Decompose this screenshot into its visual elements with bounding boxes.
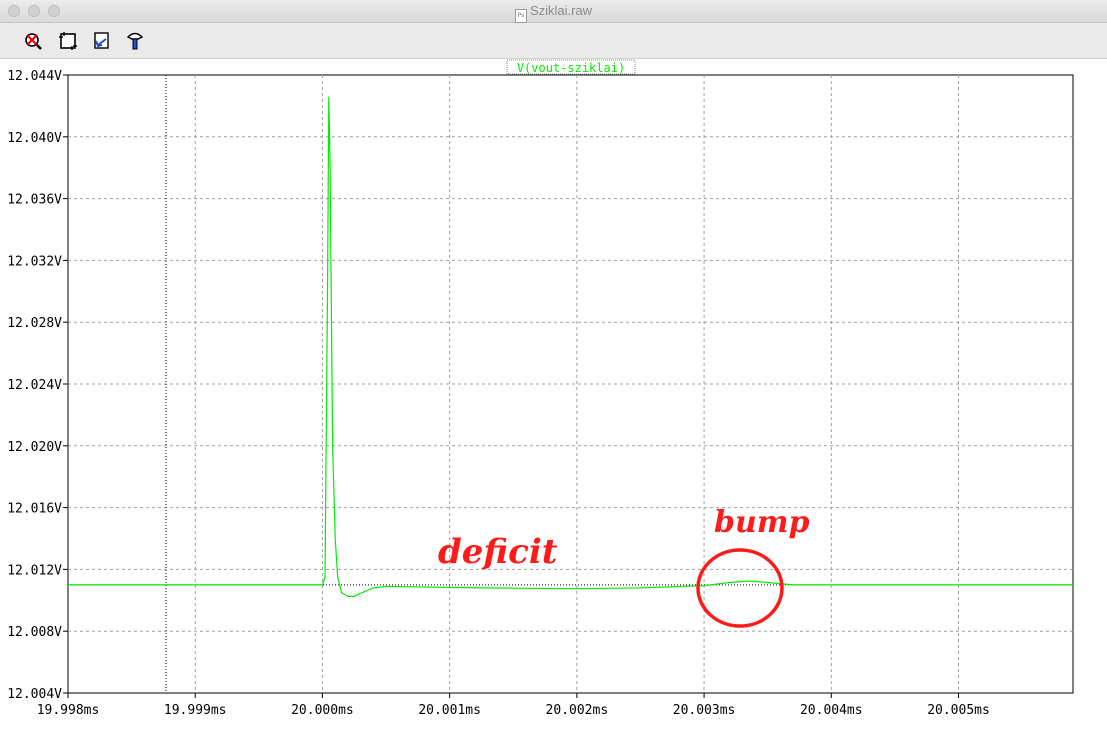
y-tick-label: 12.004V (7, 687, 62, 702)
trace-label[interactable]: V(vout-sziklai) (517, 61, 625, 75)
annotation-deficit: deficit (438, 532, 558, 572)
document-icon: Ps (514, 9, 527, 23)
x-tick-label: 20.001ms (418, 703, 481, 718)
x-tick-label: 20.000ms (291, 703, 354, 718)
y-tick-label: 12.016V (7, 502, 62, 517)
y-tick-label: 12.040V (7, 131, 62, 146)
y-tick-label: 12.008V (7, 625, 62, 640)
x-tick-label: 20.004ms (800, 703, 863, 718)
plot-pane[interactable]: 12.004V 12.008V 12.012V 12.016V 12.020V 12.02… (0, 59, 1107, 724)
zoom-out-icon (25, 33, 42, 50)
y-tick-label: 12.020V (7, 440, 62, 455)
zoom-out-button[interactable] (22, 30, 44, 52)
cursor-probe-icon (126, 32, 144, 50)
y-tick-label: 12.044V (7, 69, 62, 84)
x-tick-label: 20.002ms (546, 703, 609, 718)
window-title-text: Sziklai.raw (529, 3, 593, 18)
window-title: Ps Sziklai.raw (0, 3, 1107, 23)
x-tick-label: 19.998ms (37, 703, 100, 718)
zoom-full-button[interactable] (57, 30, 79, 52)
x-tick-label: 20.003ms (673, 703, 736, 718)
y-tick-label: 12.036V (7, 193, 62, 208)
y-tick-label: 12.012V (7, 563, 62, 578)
title-bar: Ps Sziklai.raw (0, 0, 1107, 23)
x-tick-label: 19.999ms (164, 703, 227, 718)
y-tick-label: 12.032V (7, 254, 62, 269)
y-tick-label: 12.024V (7, 378, 62, 393)
waveform-chart[interactable]: 12.004V 12.008V 12.012V 12.016V 12.020V 12.02… (0, 59, 1107, 724)
pan-undo-button[interactable] (90, 30, 112, 52)
toolbar (0, 23, 1107, 59)
cursor-probe-button[interactable] (124, 30, 146, 52)
zoom-full-icon (59, 32, 77, 50)
y-tick-label: 12.028V (7, 316, 62, 331)
x-tick-label: 20.005ms (927, 703, 990, 718)
pan-undo-icon (94, 32, 109, 49)
annotation-bump: bump (714, 505, 810, 540)
